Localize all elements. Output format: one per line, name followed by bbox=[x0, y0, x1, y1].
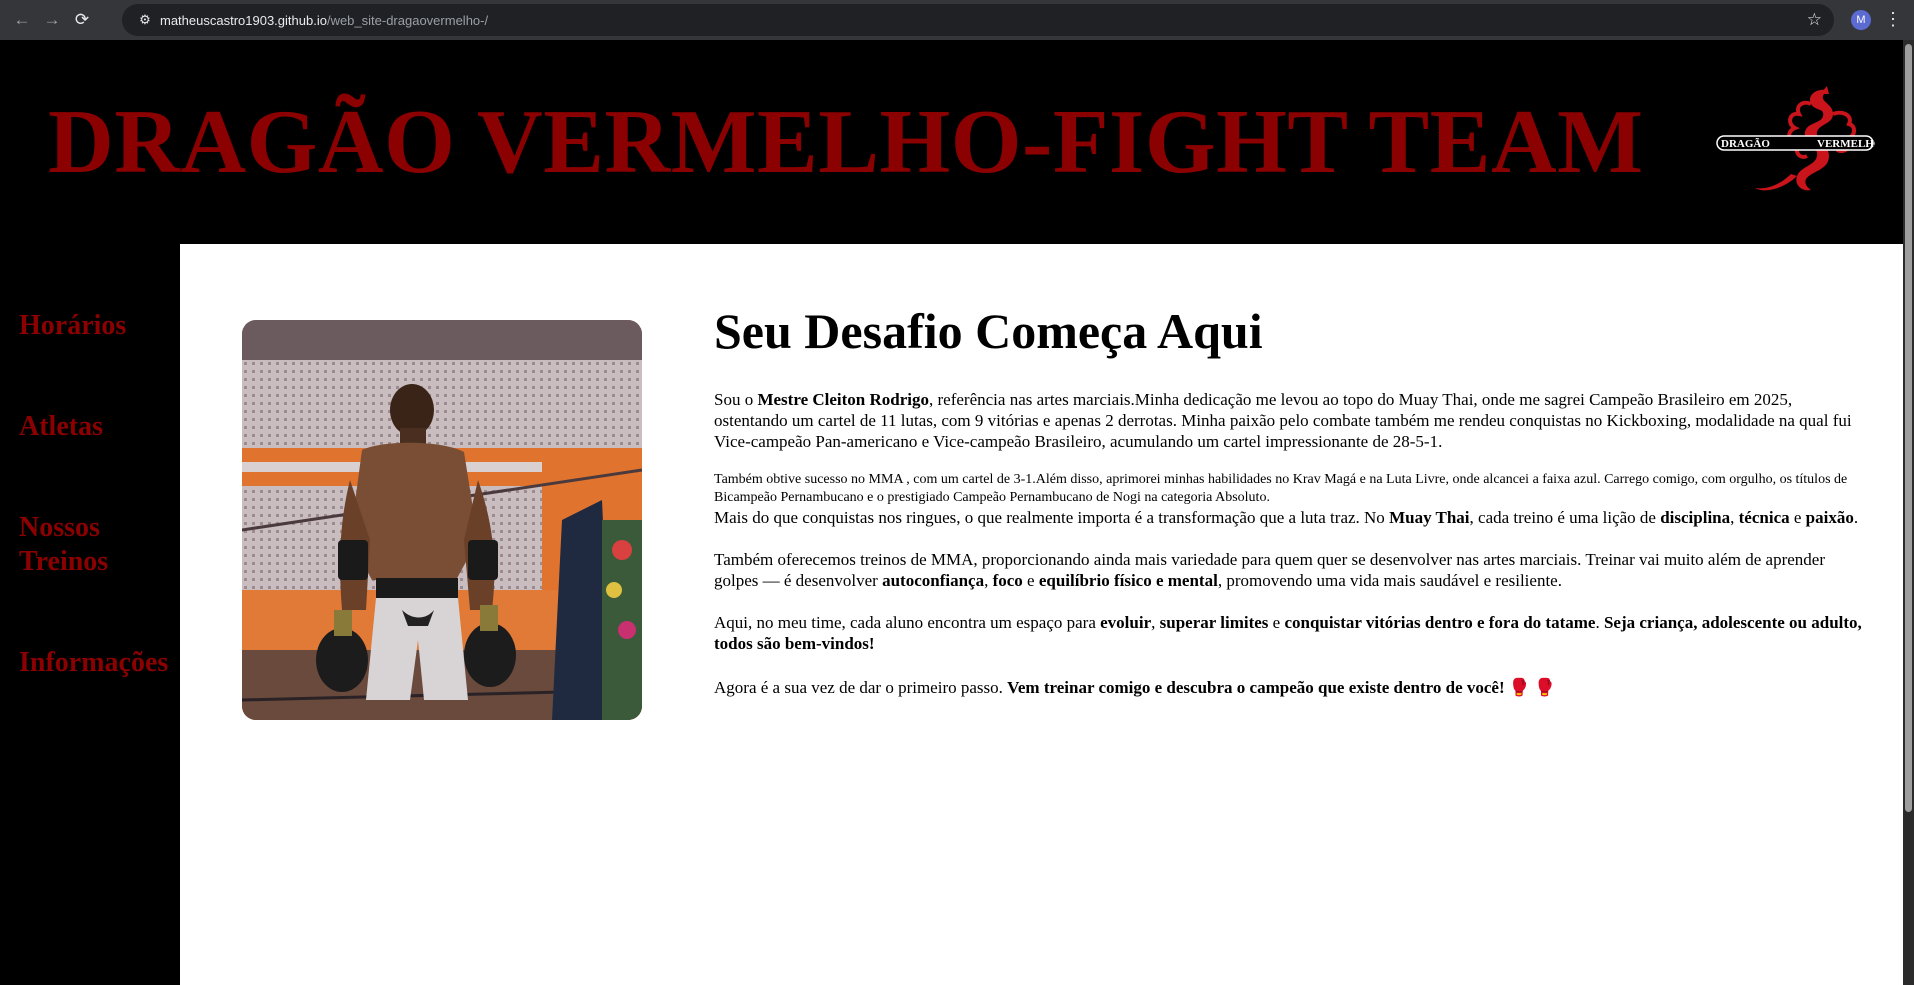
intro-text: Seu Desafio Começa Aqui Sou o Mestre Cle… bbox=[714, 302, 1864, 698]
bold-text: evoluir bbox=[1100, 613, 1152, 632]
text: e bbox=[1789, 508, 1806, 527]
profile-avatar[interactable]: M bbox=[1851, 10, 1871, 30]
bold-text: conquistar vitórias dentro e fora do tat… bbox=[1284, 613, 1596, 632]
text: . bbox=[1595, 613, 1604, 632]
url-path: /web_site-dragaovermelho-/ bbox=[326, 12, 489, 28]
dragon-logo-icon: DRAGÃO VERMELHO bbox=[1716, 86, 1875, 191]
mma-paragraph: Também oferecemos treinos de MMA, propor… bbox=[714, 549, 1864, 591]
site-title: DRAGÃO VERMELHO-FIGHT TEAM bbox=[48, 91, 1644, 192]
back-arrow-icon[interactable]: ← bbox=[7, 5, 37, 35]
url-text[interactable]: matheuscastro1903.github.io/web_site-dra… bbox=[160, 13, 488, 28]
bold-text: foco bbox=[992, 571, 1023, 590]
sidebar-item-informacoes[interactable]: Informações bbox=[19, 646, 168, 680]
bio-paragraph: Sou o Mestre Cleiton Rodrigo, referência… bbox=[714, 389, 1864, 452]
page: DRAGÃO VERMELHO-FIGHT TEAM DRAGÃO VERMEL… bbox=[0, 40, 1903, 985]
text: , bbox=[1151, 613, 1160, 632]
master-fighter-photo bbox=[242, 320, 642, 720]
bold-text: superar limites bbox=[1159, 613, 1269, 632]
bold-text: equilíbrio físico e mental bbox=[1038, 571, 1218, 590]
bold-text: Muay Thai bbox=[1389, 508, 1470, 527]
bold-text: técnica bbox=[1738, 508, 1790, 527]
site-info-icon[interactable]: ⚙ bbox=[130, 12, 160, 28]
achievements-paragraph: Também obtive sucesso no MMA , com um ca… bbox=[714, 472, 1848, 505]
logo-left-text: DRAGÃO bbox=[1721, 138, 1770, 150]
cta-bold-text: Vem treinar comigo e descubra o campeão … bbox=[1007, 678, 1505, 697]
scrollbar-thumb[interactable] bbox=[1905, 44, 1912, 812]
text: e bbox=[1268, 613, 1285, 632]
reload-icon[interactable]: ⟳ bbox=[67, 5, 97, 35]
sidebar-item-nossos-treinos[interactable]: Nossos Treinos bbox=[19, 511, 159, 579]
text: , cada treino é uma lição de bbox=[1469, 508, 1661, 527]
sidebar-item-horarios[interactable]: Horários bbox=[19, 309, 126, 343]
boxing-glove-icon: 🥊 🥊 bbox=[1504, 678, 1556, 697]
page-scrollbar[interactable] bbox=[1903, 40, 1914, 985]
text: . bbox=[1853, 508, 1859, 527]
bold-text: paixão bbox=[1805, 508, 1854, 527]
master-name: Mestre Cleiton Rodrigo bbox=[757, 390, 930, 409]
text: Agora é a sua vez de dar o primeiro pass… bbox=[714, 678, 1008, 697]
text: , promovendo uma vida mais saudável e re… bbox=[1217, 571, 1562, 590]
url-host: matheuscastro1903.github.io bbox=[160, 12, 327, 28]
text: Mais do que conquistas nos ringues, o qu… bbox=[714, 508, 1390, 527]
values-paragraph: Mais do que conquistas nos ringues, o qu… bbox=[714, 507, 1864, 528]
text: e bbox=[1022, 571, 1039, 590]
browser-menu-icon[interactable]: ⋮ bbox=[1884, 8, 1902, 30]
bold-text: disciplina bbox=[1660, 508, 1731, 527]
logo-right-text: VERMELHO bbox=[1817, 138, 1875, 150]
page-title: Seu Desafio Começa Aqui bbox=[714, 303, 1263, 359]
address-bar[interactable]: ⚙ matheuscastro1903.github.io/web_site-d… bbox=[122, 4, 1834, 36]
main-content: Seu Desafio Começa Aqui Sou o Mestre Cle… bbox=[180, 244, 1903, 985]
bold-text: autoconfiança bbox=[882, 571, 985, 590]
team-paragraph: Aqui, no meu time, cada aluno encontra u… bbox=[714, 612, 1864, 654]
browser-toolbar: ← → ⟳ ⚙ matheuscastro1903.github.io/web_… bbox=[0, 0, 1914, 40]
call-to-action-paragraph: Agora é a sua vez de dar o primeiro pass… bbox=[714, 677, 1864, 698]
text: Aqui, no meu time, cada aluno encontra u… bbox=[714, 613, 1101, 632]
text: , bbox=[1730, 508, 1739, 527]
bookmark-star-icon[interactable]: ☆ bbox=[1807, 10, 1822, 30]
forward-arrow-icon[interactable]: → bbox=[37, 5, 67, 35]
text: , bbox=[984, 571, 993, 590]
sidebar-item-atletas[interactable]: Atletas bbox=[19, 410, 103, 444]
text: Sou o bbox=[714, 390, 758, 409]
